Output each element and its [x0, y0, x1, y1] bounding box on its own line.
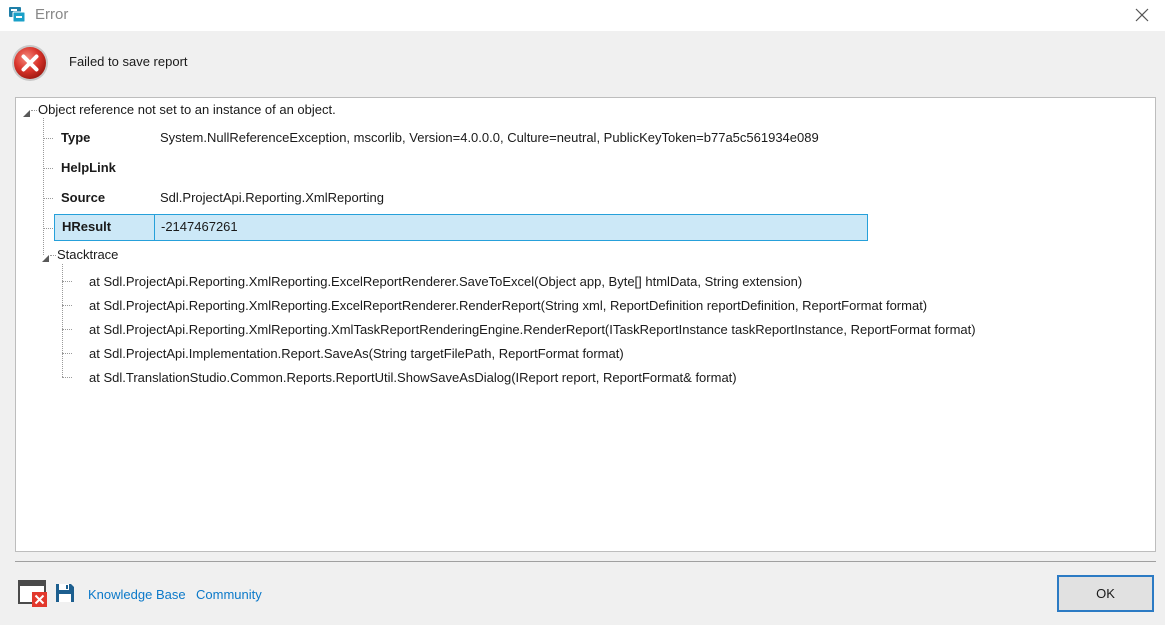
tree-connector [43, 198, 53, 199]
window-error-icon[interactable] [18, 580, 48, 608]
tree-connector [62, 305, 72, 306]
property-key: HResult [62, 219, 112, 234]
property-key: HelpLink [61, 160, 116, 175]
property-row-helplink[interactable]: HelpLink [54, 155, 868, 182]
app-logo-icon [8, 6, 26, 24]
footer-divider [15, 561, 1156, 562]
stacktrace-line[interactable]: at Sdl.ProjectApi.Reporting.XmlReporting… [89, 273, 802, 290]
collapse-arrow-icon[interactable] [41, 251, 50, 262]
property-value: Sdl.ProjectApi.Reporting.XmlReporting [160, 190, 384, 205]
tree-connector [62, 329, 72, 330]
stacktrace-line[interactable]: at Sdl.ProjectApi.Reporting.XmlReporting… [89, 297, 927, 314]
title-bar: Error [0, 0, 1165, 31]
tree-connector [43, 228, 53, 229]
tree-connector [62, 281, 72, 282]
tree-connector [43, 138, 53, 139]
column-divider [154, 215, 155, 240]
property-key: Type [61, 130, 91, 145]
property-key: Source [61, 190, 106, 205]
property-row-source[interactable]: Source Sdl.ProjectApi.Reporting.XmlRepor… [54, 185, 868, 212]
community-link[interactable]: Community [196, 586, 262, 603]
tree-connector [62, 377, 72, 378]
save-icon[interactable] [55, 583, 75, 603]
exception-tree[interactable]: Object reference not set to an instance … [15, 97, 1156, 552]
stacktrace-line[interactable]: at Sdl.TranslationStudio.Common.Reports.… [89, 369, 737, 386]
window-title: Error [35, 6, 69, 23]
ok-button[interactable]: OK [1057, 575, 1154, 612]
error-dialog: Error Failed to save report Object refer… [0, 0, 1165, 625]
stacktrace-line[interactable]: at Sdl.ProjectApi.Implementation.Report.… [89, 345, 624, 362]
collapse-arrow-icon[interactable] [22, 106, 31, 117]
stacktrace-label[interactable]: Stacktrace [57, 246, 118, 263]
tree-connector [31, 110, 37, 111]
close-button[interactable] [1119, 0, 1165, 31]
property-row-type[interactable]: Type System.NullReferenceException, msco… [54, 125, 868, 152]
property-value: -2147467261 [161, 219, 238, 234]
close-icon [1135, 8, 1149, 22]
tree-connector [62, 353, 72, 354]
knowledge-base-link[interactable]: Knowledge Base [88, 586, 186, 603]
tree-connector [43, 168, 53, 169]
property-value: System.NullReferenceException, mscorlib,… [160, 130, 819, 145]
error-icon [11, 44, 49, 82]
error-message: Failed to save report [69, 54, 188, 69]
property-row-hresult[interactable]: HResult -2147467261 [54, 214, 868, 241]
tree-connector [50, 255, 56, 256]
stacktrace-line[interactable]: at Sdl.ProjectApi.Reporting.XmlReporting… [89, 321, 976, 338]
tree-root-label[interactable]: Object reference not set to an instance … [38, 101, 336, 118]
